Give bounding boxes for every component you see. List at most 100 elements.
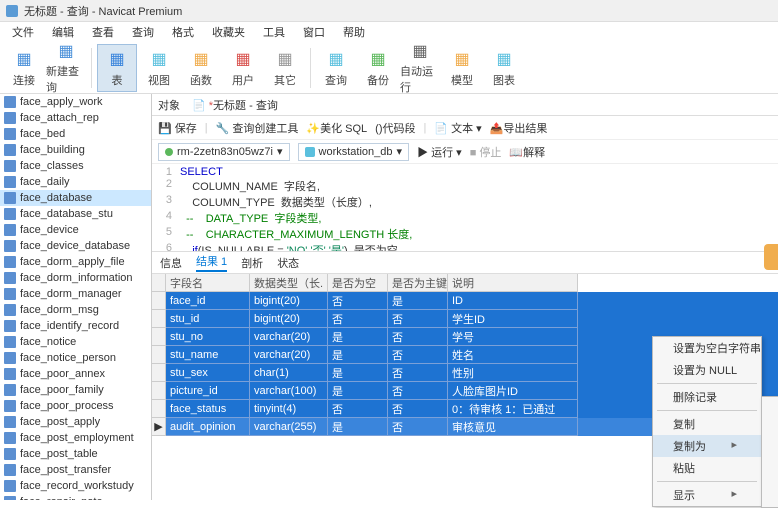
menu-item[interactable]: 收藏夹 — [204, 22, 253, 42]
column-header[interactable]: 是否为主键 — [388, 274, 448, 292]
grid-cell[interactable]: 0：待审核 1：已通过 — [448, 400, 578, 418]
grid-cell[interactable]: 否 — [388, 400, 448, 418]
row-header[interactable] — [152, 364, 166, 382]
tree-item[interactable]: face_post_apply — [0, 414, 151, 430]
tree-item[interactable]: face_record_workstudy — [0, 478, 151, 494]
context-menu[interactable]: 设置为空白字符串设置为 NULL删除记录复制复制为▸粘贴显示▸ — [652, 336, 762, 507]
grid-cell[interactable]: stu_sex — [166, 364, 250, 382]
context-item[interactable]: 设置为 NULL — [653, 359, 761, 381]
grid-cell[interactable]: 是 — [328, 346, 388, 364]
grid-cell[interactable]: tinyint(4) — [250, 400, 328, 418]
context-item[interactable]: 复制 — [653, 413, 761, 435]
menu-item[interactable]: 工具 — [255, 22, 293, 42]
grid-cell[interactable]: 是 — [328, 328, 388, 346]
menu-item[interactable]: 文件 — [4, 22, 42, 42]
grid-cell[interactable]: 人脸库图片ID — [448, 382, 578, 400]
tree-item[interactable]: face_poor_annex — [0, 366, 151, 382]
grid-cell[interactable]: 否 — [328, 292, 388, 310]
context-item[interactable]: 制表符分隔值（字段名和数据） — [762, 485, 778, 507]
grid-cell[interactable]: varchar(20) — [250, 328, 328, 346]
tree-item[interactable]: face_apply_work — [0, 94, 151, 110]
query-builder-button[interactable]: 🔧 查询创建工具 — [216, 120, 299, 136]
toolbar-查询[interactable]: ▦查询 — [316, 44, 356, 92]
column-header[interactable]: 字段名 — [166, 274, 250, 292]
run-button[interactable]: ▶ 运行 ▾ — [417, 144, 462, 160]
context-item[interactable]: 粘贴 — [653, 457, 761, 479]
tree-item[interactable]: face_post_transfer — [0, 462, 151, 478]
tab-status[interactable]: 状态 — [277, 255, 299, 271]
stop-button[interactable]: ■ 停止 — [470, 144, 502, 160]
beautify-sql-button[interactable]: ✨美化 SQL — [306, 120, 367, 136]
context-item[interactable]: 制表符分隔值（字段名） — [762, 463, 778, 485]
toolbar-函数[interactable]: ▦函数 — [181, 44, 221, 92]
database-combo[interactable]: workstation_db ▾ — [298, 143, 410, 161]
toolbar-自动运行[interactable]: ▦自动运行 — [400, 44, 440, 92]
text-button[interactable]: 📄 文本 ▾ — [434, 120, 481, 136]
row-header[interactable] — [152, 400, 166, 418]
toolbar-新建查询[interactable]: ▦新建查询 — [46, 44, 86, 92]
tree-item[interactable]: face_dorm_msg — [0, 302, 151, 318]
context-item[interactable]: 复制为▸ — [653, 435, 761, 457]
grid-cell[interactable]: stu_name — [166, 346, 250, 364]
grid-cell[interactable]: 否 — [328, 310, 388, 328]
grid-cell[interactable]: 是 — [388, 292, 448, 310]
grid-cell[interactable]: 姓名 — [448, 346, 578, 364]
snippet-button[interactable]: ()代码段 — [375, 120, 415, 136]
tree-item[interactable]: face_poor_family — [0, 382, 151, 398]
grid-cell[interactable]: varchar(20) — [250, 346, 328, 364]
tree-item[interactable]: face_device — [0, 222, 151, 238]
tree-item[interactable]: face_bed — [0, 126, 151, 142]
context-submenu[interactable]: Insert 语句Update 语句制表符分隔值（数据）制表符分隔值（字段名）制… — [761, 396, 778, 508]
grid-cell[interactable]: 否 — [388, 382, 448, 400]
row-header[interactable]: ▶ — [152, 418, 166, 436]
grid-cell[interactable]: ID — [448, 292, 578, 310]
row-header[interactable] — [152, 292, 166, 310]
grid-cell[interactable]: face_status — [166, 400, 250, 418]
tab-result[interactable]: 结果 1 — [196, 253, 227, 272]
row-header[interactable] — [152, 382, 166, 400]
context-item[interactable]: 制表符分隔值（数据） — [762, 441, 778, 463]
tree-item[interactable]: face_dorm_manager — [0, 286, 151, 302]
tree-item[interactable]: face_daily — [0, 174, 151, 190]
toolbar-模型[interactable]: ▦模型 — [442, 44, 482, 92]
toolbar-图表[interactable]: ▦图表 — [484, 44, 524, 92]
grid-cell[interactable]: stu_id — [166, 310, 250, 328]
tree-item[interactable]: face_database — [0, 190, 151, 206]
grid-cell[interactable]: varchar(255) — [250, 418, 328, 436]
tab-query[interactable]: 📄 *无标题 - 查询 — [192, 97, 278, 113]
toolbar-用户[interactable]: ▦用户 — [223, 44, 263, 92]
object-tree[interactable]: face_apply_workface_attach_repface_bedfa… — [0, 94, 152, 500]
tree-item[interactable]: face_notice_person — [0, 350, 151, 366]
tree-item[interactable]: face_dorm_apply_file — [0, 254, 151, 270]
grid-cell[interactable]: 审核意见 — [448, 418, 578, 436]
toolbar-备份[interactable]: ▦备份 — [358, 44, 398, 92]
sql-editor[interactable]: 1SELECT2 COLUMN_NAME 字段名,3 COLUMN_TYPE 数… — [152, 164, 778, 252]
tree-item[interactable]: face_attach_rep — [0, 110, 151, 126]
tree-item[interactable]: face_dorm_information — [0, 270, 151, 286]
grid-cell[interactable]: 是 — [328, 418, 388, 436]
context-item[interactable]: 删除记录 — [653, 386, 761, 408]
grid-cell[interactable]: 性别 — [448, 364, 578, 382]
menu-item[interactable]: 编辑 — [44, 22, 82, 42]
menu-item[interactable]: 格式 — [164, 22, 202, 42]
tree-item[interactable]: face_identify_record — [0, 318, 151, 334]
tree-item[interactable]: face_post_employment — [0, 430, 151, 446]
context-item[interactable]: Insert 语句 — [762, 397, 778, 419]
context-item[interactable]: Update 语句 — [762, 419, 778, 441]
column-header[interactable]: 是否为空 — [328, 274, 388, 292]
row-header[interactable] — [152, 328, 166, 346]
tree-item[interactable]: face_poor_process — [0, 398, 151, 414]
tab-profile[interactable]: 剖析 — [241, 255, 263, 271]
row-header[interactable] — [152, 310, 166, 328]
grid-cell[interactable]: bigint(20) — [250, 292, 328, 310]
grid-cell[interactable]: 是 — [328, 382, 388, 400]
tree-item[interactable]: face_classes — [0, 158, 151, 174]
tree-item[interactable]: face_database_stu — [0, 206, 151, 222]
grid-cell[interactable]: 学号 — [448, 328, 578, 346]
tab-object[interactable]: 对象 — [158, 97, 180, 113]
grid-cell[interactable]: 否 — [388, 346, 448, 364]
toolbar-视图[interactable]: ▦视图 — [139, 44, 179, 92]
connection-combo[interactable]: rm-2zetn83n05wz7i ▾ — [158, 143, 290, 161]
grid-cell[interactable]: char(1) — [250, 364, 328, 382]
menu-item[interactable]: 查询 — [124, 22, 162, 42]
